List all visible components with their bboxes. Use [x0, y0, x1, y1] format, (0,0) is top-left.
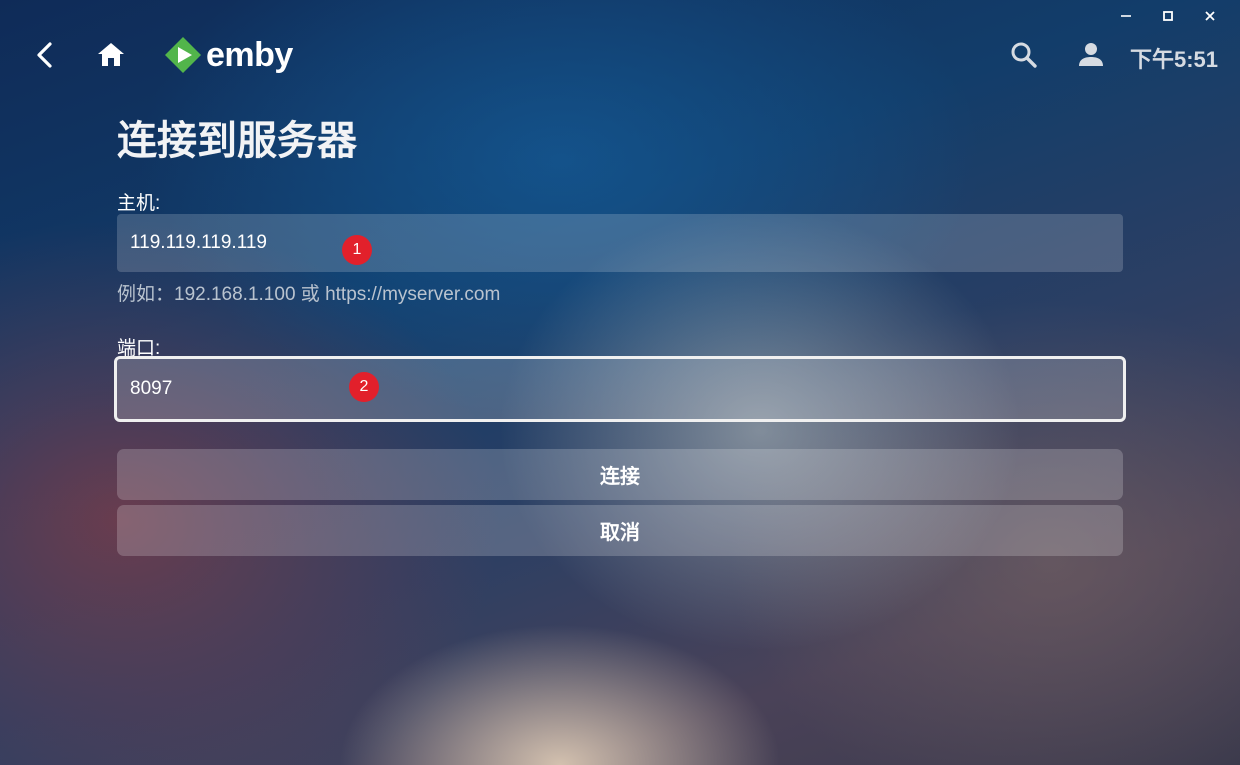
cancel-button[interactable]: 取消 — [117, 505, 1123, 556]
clock: 下午5:51 — [1130, 47, 1219, 72]
connect-button[interactable]: 连接 — [117, 449, 1123, 500]
port-field[interactable] — [114, 356, 1126, 422]
window-controls — [1116, 6, 1220, 26]
maximize-button[interactable] — [1158, 6, 1178, 26]
logo-text: emby — [206, 35, 293, 74]
host-helper-text: 例如：192.168.1.100 或 https://myserver.com — [117, 284, 501, 305]
emby-logo[interactable]: emby — [164, 35, 293, 75]
home-icon[interactable] — [96, 40, 126, 70]
app-header: emby 下午5:51 — [0, 30, 1240, 80]
page-title: 连接到服务器 — [117, 119, 357, 163]
search-icon[interactable] — [1009, 40, 1039, 70]
annotation-badge-2: 2 — [349, 372, 379, 402]
port-input[interactable] — [117, 359, 1123, 419]
minimize-button[interactable] — [1116, 6, 1136, 26]
user-icon[interactable] — [1076, 40, 1106, 70]
back-icon[interactable] — [30, 40, 60, 70]
annotation-badge-1: 1 — [342, 235, 372, 265]
emby-logo-icon — [165, 37, 201, 73]
host-label: 主机: — [117, 193, 161, 214]
host-field[interactable] — [117, 214, 1123, 272]
host-input[interactable] — [117, 214, 1123, 272]
close-button[interactable] — [1200, 6, 1220, 26]
